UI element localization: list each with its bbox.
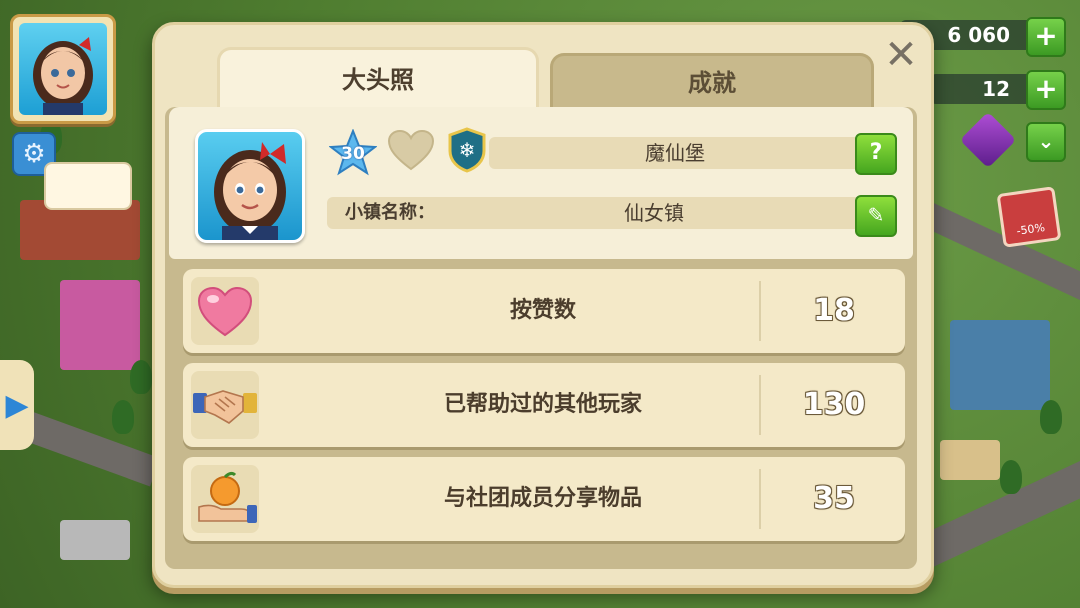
close-button[interactable]: ✕ (881, 35, 921, 75)
town-title: 魔仙堡 (645, 141, 705, 165)
question-icon: ? (869, 140, 883, 165)
divider (759, 375, 761, 435)
sale-sign[interactable]: -50% (996, 186, 1062, 248)
gift-orange-icon (191, 465, 259, 533)
player-level: 30 (341, 144, 365, 164)
food-bubble-icon[interactable] (44, 162, 132, 210)
svg-text:❄: ❄ (459, 138, 476, 162)
side-panel-arrow-button[interactable]: ▶ (0, 360, 34, 450)
gear-icon: ⚙ (22, 139, 46, 169)
player-avatar-button[interactable] (10, 14, 116, 124)
tab-profile-label: 大头照 (342, 66, 414, 94)
cash-value: 12 (982, 77, 1010, 101)
avatar-girl-icon (33, 37, 93, 115)
expand-chevron-button[interactable]: ⌄ (1026, 122, 1066, 162)
stat-value: 130 (802, 387, 866, 422)
town-title-bar: 魔仙堡 (489, 137, 861, 169)
town-name-bar: 小镇名称： 仙女镇 (327, 197, 861, 229)
stat-row-shared-items: 与社团成员分享物品 35 (183, 457, 905, 541)
tab-profile[interactable]: 大头照 (217, 47, 539, 110)
snowflake-shield-icon: ❄ (448, 127, 486, 173)
stat-label: 已帮助过的其他玩家 (443, 392, 642, 417)
profile-panel: 30 ❄ 魔仙堡 ? 小镇名称： 仙女镇 ✎ 按赞数 18 已帮助过的其他玩家 … (165, 107, 917, 569)
pencil-icon: ✎ (867, 203, 885, 227)
tab-achievements[interactable]: 成就 (550, 53, 874, 110)
town-name-value: 仙女镇 (624, 201, 684, 225)
divider (759, 469, 761, 529)
stat-label: 与社团成员分享物品 (443, 486, 642, 511)
sale-badge-text: -50% (1015, 220, 1046, 238)
help-button[interactable]: ? (855, 133, 897, 175)
divider (759, 281, 761, 341)
profile-dialog: ✕ 大头照 成就 30 ❄ 魔仙堡 ? 小镇名称： 仙女镇 ✎ 按赞数 18 已… (152, 22, 934, 588)
add-coins-button[interactable]: + (1026, 17, 1066, 57)
handshake-icon (191, 371, 259, 439)
profile-info-card: 30 ❄ 魔仙堡 ? 小镇名称： 仙女镇 ✎ (169, 107, 913, 259)
stat-row-likes: 按赞数 18 (183, 269, 905, 353)
player-portrait (195, 129, 305, 243)
edit-town-name-button[interactable]: ✎ (855, 195, 897, 237)
heart-icon (191, 277, 259, 345)
coins-value: 6 060 (947, 23, 1010, 47)
like-heart-icon[interactable] (387, 129, 435, 173)
add-cash-button[interactable]: + (1026, 70, 1066, 110)
stat-label: 按赞数 (509, 298, 576, 323)
stat-value: 35 (813, 481, 855, 516)
play-arrow-icon: ▶ (5, 387, 29, 423)
portrait-girl-icon (214, 142, 286, 240)
chevron-down-icon: ⌄ (1037, 129, 1055, 153)
tab-achievements-label: 成就 (688, 69, 736, 97)
stat-value: 18 (813, 293, 855, 328)
stat-row-helped-players: 已帮助过的其他玩家 130 (183, 363, 905, 447)
close-icon: ✕ (884, 32, 918, 78)
